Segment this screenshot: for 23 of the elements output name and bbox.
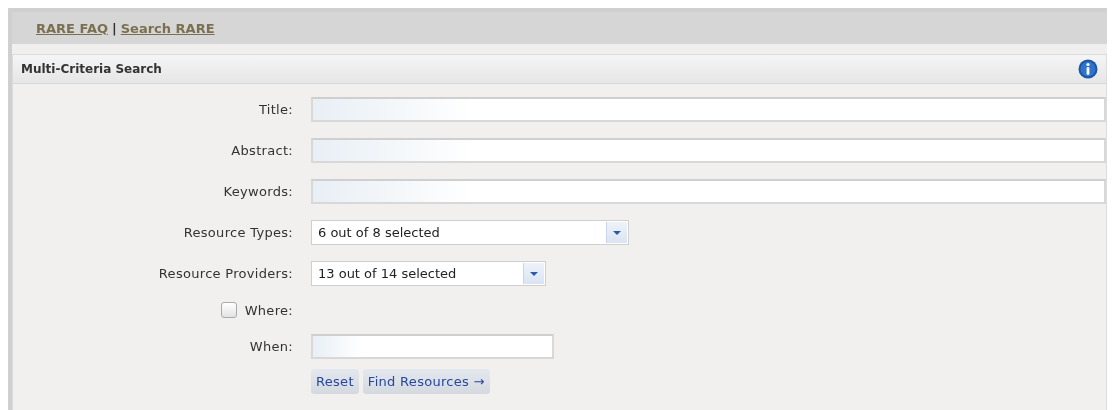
nav-link[interactable]: RARE FAQ <box>36 20 108 36</box>
field-label: Where: <box>244 302 293 318</box>
field-label: When: <box>249 339 293 354</box>
input-field[interactable] <box>311 179 1106 204</box>
info-icon[interactable] <box>1078 59 1098 79</box>
select-dropdown[interactable]: 13 out of 14 selected <box>311 261 546 286</box>
nav-link[interactable]: Search RARE <box>120 20 215 36</box>
find-button[interactable]: Find Resources → <box>362 369 490 394</box>
panel-title: Multi-Criteria Search <box>21 62 162 76</box>
input-field[interactable] <box>311 334 554 359</box>
input-field[interactable] <box>311 97 1106 122</box>
checkbox[interactable] <box>220 302 237 318</box>
field-label: Keywords: <box>223 184 293 199</box>
input-field[interactable] <box>311 138 1106 163</box>
field-label: Resource Providers: <box>158 266 293 281</box>
field-label: Title: <box>258 102 293 117</box>
field-label: Resource Types: <box>183 225 293 240</box>
link-separator: | <box>112 20 117 36</box>
caret-icon <box>523 263 544 284</box>
select-dropdown[interactable]: 6 out of 8 selected <box>311 220 629 245</box>
field-label: Abstract: <box>231 143 293 158</box>
reset-button[interactable]: Reset <box>311 369 359 394</box>
caret-icon <box>606 222 627 243</box>
